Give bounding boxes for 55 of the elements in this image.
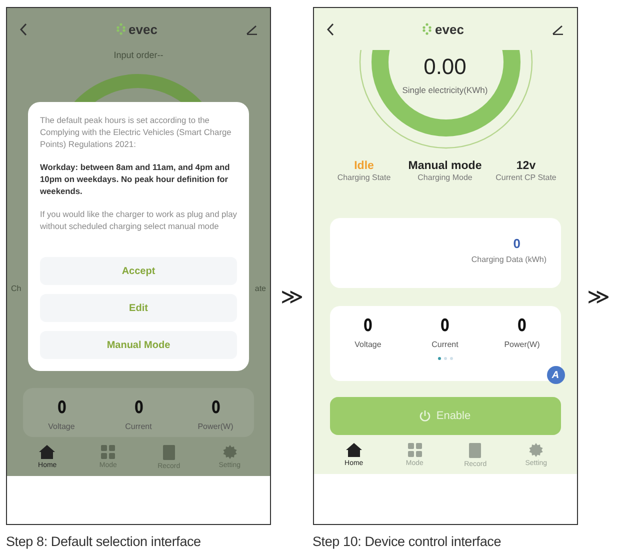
logo-icon xyxy=(422,23,432,35)
reading-label: Current xyxy=(125,422,152,431)
dialog-text: The default peak hours is set according to the Complying with the Electric Vehicles (Smart Charge Points) Regulations 2021: xyxy=(40,114,232,150)
reading-label: Power(W) xyxy=(504,340,540,349)
reading-value: 0 xyxy=(518,316,526,336)
page-dot[interactable] xyxy=(450,357,452,360)
status-value: Manual mode xyxy=(408,160,482,172)
grid-icon xyxy=(408,443,422,457)
reading-value: 0 xyxy=(57,398,66,418)
reading-value: 0 xyxy=(364,316,372,336)
page-dot[interactable] xyxy=(444,357,446,360)
reading-value: 0 xyxy=(134,398,143,418)
dialog-button[interactable]: Accept xyxy=(40,257,237,285)
logo-icon xyxy=(116,23,126,35)
status-label: Ch xyxy=(11,284,22,293)
charging-data-value: 0 xyxy=(513,236,520,251)
power-icon xyxy=(419,410,432,422)
reading-label: Power(W) xyxy=(198,422,234,431)
reading-label: Voltage xyxy=(48,422,75,431)
dialog-button[interactable]: Edit xyxy=(40,294,237,322)
gauge-value: 0.00 xyxy=(424,54,466,80)
back-icon[interactable] xyxy=(326,22,334,36)
gauge-label: Single electricity(KWh) xyxy=(402,85,488,95)
reading-value: 0 xyxy=(211,398,220,418)
enable-button[interactable]: Enable xyxy=(330,397,560,435)
pencil-icon[interactable] xyxy=(552,24,564,34)
dialog-button[interactable]: Manual Mode xyxy=(40,331,237,359)
status-value: Idle xyxy=(354,160,374,172)
figure-caption: Step 8: Default selection interface xyxy=(6,534,202,549)
reading-value: 0 xyxy=(440,316,450,336)
arrow-text: ≫ xyxy=(279,284,304,310)
document-icon xyxy=(469,443,482,458)
status-label: ate xyxy=(254,284,266,293)
order-text: Input order-- xyxy=(114,50,164,60)
home-icon xyxy=(39,445,56,459)
status-label: Current CP State xyxy=(496,173,556,182)
document-icon xyxy=(162,445,175,460)
dialog-text: Workday: between 8am and 11am, and 4pm and 10pm on weekdays. No peak hour definition for weekends. xyxy=(40,161,231,197)
status-label: Charging Mode xyxy=(418,173,472,182)
logo-text: evec xyxy=(128,22,158,36)
gear-icon xyxy=(222,445,237,459)
charging-data-label: Charging Data (kWh) xyxy=(471,255,546,264)
grid-icon xyxy=(101,445,116,459)
status-label: Charging State xyxy=(337,173,391,182)
arrow-text: ≫ xyxy=(586,284,611,310)
logo-text: evec xyxy=(435,22,464,36)
home-icon xyxy=(346,443,362,457)
figure-caption: Step 10: Device control interface xyxy=(312,534,502,549)
gear-icon xyxy=(529,443,544,457)
dialog-text: If you would like the charger to work as plug and play without scheduled charging select manual mode xyxy=(40,208,237,232)
avatar-badge[interactable]: A xyxy=(546,366,564,384)
page-dot[interactable] xyxy=(438,357,440,360)
reading-label: Current xyxy=(432,340,458,349)
status-value: 12v xyxy=(516,160,536,172)
reading-label: Voltage xyxy=(354,340,382,349)
